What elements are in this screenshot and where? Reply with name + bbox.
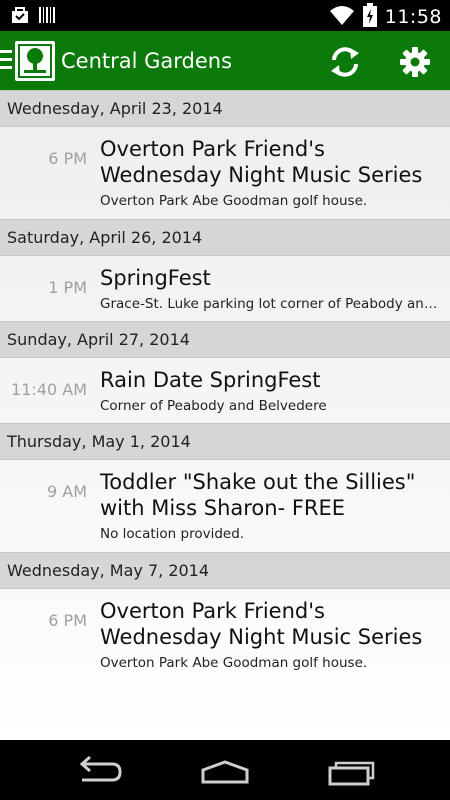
app-logo[interactable] bbox=[15, 41, 55, 81]
event-time: 11:40 AM bbox=[11, 380, 87, 399]
battery-charging-icon bbox=[362, 3, 377, 31]
event-title: Toddler "Shake out the Sillies" with Mis… bbox=[100, 470, 416, 520]
settings-icon bbox=[396, 47, 434, 85]
event-body: Overton Park Friend's Wednesday Night Mu… bbox=[100, 598, 442, 672]
event-title: SpringFest bbox=[100, 266, 211, 290]
shopping-bag-icon bbox=[10, 5, 30, 29]
menu-icon[interactable] bbox=[0, 50, 12, 72]
recent-apps-button[interactable] bbox=[322, 754, 382, 788]
event-title: Overton Park Friend's Wednesday Night Mu… bbox=[100, 599, 423, 649]
date-header: Wednesday, April 23, 2014 bbox=[0, 90, 450, 127]
date-header: Saturday, April 26, 2014 bbox=[0, 219, 450, 256]
clock: 11:58 bbox=[384, 6, 442, 28]
date-header: Thursday, May 1, 2014 bbox=[0, 423, 450, 460]
wifi-icon bbox=[329, 4, 355, 30]
back-button[interactable] bbox=[70, 754, 130, 788]
status-right-icons: 11:58 bbox=[329, 3, 442, 31]
event-item[interactable]: 6 PM Overton Park Friend's Wednesday Nig… bbox=[0, 589, 450, 681]
event-time: 1 PM bbox=[48, 278, 87, 297]
event-body: Rain Date SpringFest Corner of Peabody a… bbox=[100, 367, 442, 415]
event-item[interactable]: 6 PM Overton Park Friend's Wednesday Nig… bbox=[0, 127, 450, 219]
navigation-bar bbox=[0, 740, 450, 800]
action-bar: Central Gardens bbox=[0, 31, 450, 90]
refresh-button[interactable] bbox=[326, 43, 364, 81]
barcode-icon bbox=[38, 5, 56, 29]
event-body: Toddler "Shake out the Sillies" with Mis… bbox=[100, 469, 442, 543]
date-header: Wednesday, May 7, 2014 bbox=[0, 552, 450, 589]
event-item[interactable]: 1 PM SpringFest Grace-St. Luke parking l… bbox=[0, 256, 450, 321]
event-location: No location provided. bbox=[100, 526, 245, 542]
refresh-icon bbox=[326, 47, 364, 85]
event-title: Rain Date SpringFest bbox=[100, 368, 321, 392]
status-left-icons bbox=[10, 5, 56, 29]
event-item[interactable]: 9 AM Toddler "Shake out the Sillies" wit… bbox=[0, 460, 450, 552]
event-list[interactable]: Wednesday, April 23, 2014 6 PM Overton P… bbox=[0, 90, 450, 740]
event-location: Grace-St. Luke parking lot corner of Pea… bbox=[100, 296, 442, 312]
home-button[interactable] bbox=[195, 754, 255, 788]
date-header: Sunday, April 27, 2014 bbox=[0, 321, 450, 358]
event-location: Overton Park Abe Goodman golf house. bbox=[100, 193, 368, 209]
event-location: Overton Park Abe Goodman golf house. bbox=[100, 655, 368, 671]
recent-apps-icon bbox=[322, 761, 382, 792]
back-icon bbox=[70, 755, 130, 792]
event-body: SpringFest Grace-St. Luke parking lot co… bbox=[100, 265, 442, 313]
event-time: 6 PM bbox=[48, 149, 87, 168]
status-bar: 11:58 bbox=[0, 0, 450, 31]
app-title: Central Gardens bbox=[61, 49, 233, 73]
event-time: 9 AM bbox=[46, 482, 87, 501]
event-title: Overton Park Friend's Wednesday Night Mu… bbox=[100, 137, 423, 187]
event-location: Corner of Peabody and Belvedere bbox=[100, 398, 327, 414]
event-time: 6 PM bbox=[48, 611, 87, 630]
settings-button[interactable] bbox=[396, 43, 434, 81]
event-item[interactable]: 11:40 AM Rain Date SpringFest Corner of … bbox=[0, 358, 450, 423]
event-body: Overton Park Friend's Wednesday Night Mu… bbox=[100, 136, 442, 210]
home-icon bbox=[195, 760, 255, 792]
